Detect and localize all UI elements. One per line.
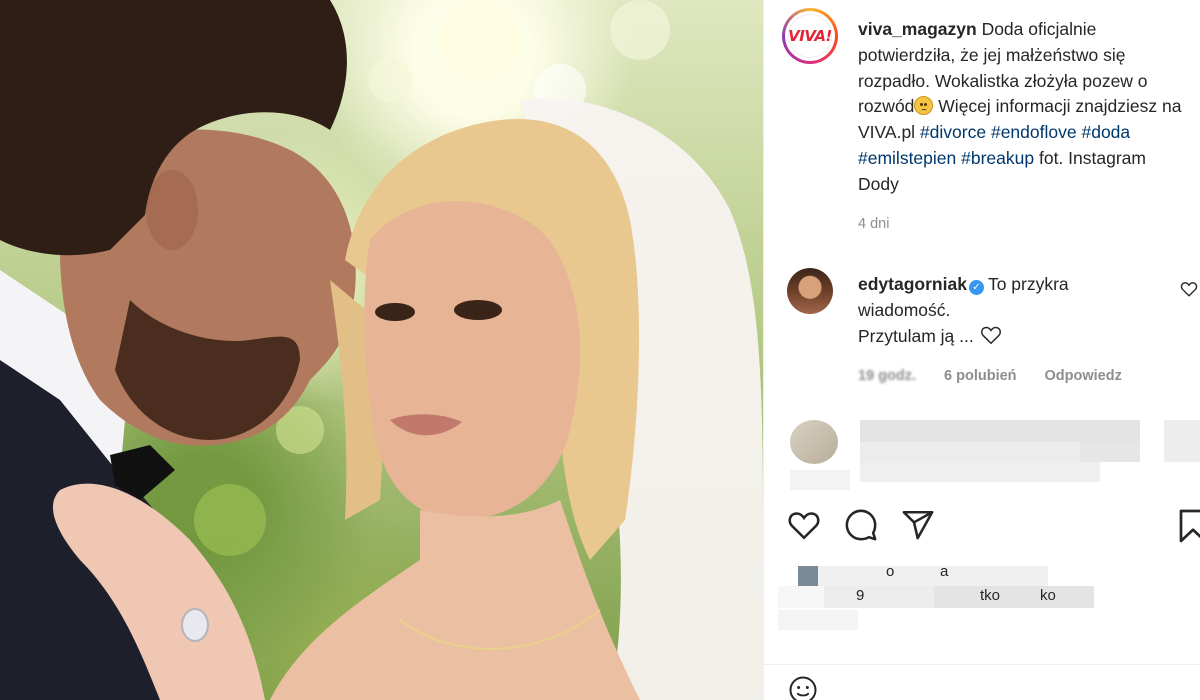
hashtag-link[interactable]: #divorce — [920, 122, 986, 142]
post-timestamp[interactable]: 4 dni — [858, 216, 889, 232]
comment-like-icon[interactable] — [1180, 280, 1198, 298]
post-side-panel: VIVA! viva_magazyn Doda oficjalnie potwi… — [764, 0, 1200, 700]
censored-avatar — [790, 420, 838, 464]
bookmark-icon[interactable] — [1178, 508, 1200, 544]
hashtag-link[interactable]: #emilstepien — [858, 148, 956, 168]
wedding-photo-illustration — [0, 0, 763, 700]
comment-time[interactable]: 19 godz. — [858, 368, 916, 384]
likes-fragment: ko — [1040, 587, 1056, 604]
hashtag-link[interactable]: #endoflove — [991, 122, 1077, 142]
comment: edytagorniak ✓ To przykra wiadomość. Przyt… — [858, 271, 1158, 349]
emoji-icon[interactable] — [788, 675, 818, 700]
hashtag-link[interactable]: #doda — [1081, 122, 1130, 142]
heart-icon[interactable] — [786, 508, 822, 542]
comment-text-2: Przytulam ją ... — [858, 326, 974, 346]
post-photo — [0, 0, 763, 700]
heart-outline-emoji-icon — [980, 326, 1001, 345]
comment-likes-count[interactable]: 6 polubień — [944, 368, 1017, 384]
reply-button[interactable]: Odpowiedz — [1045, 368, 1122, 384]
comment-meta: 19 godz. 6 polubień Odpowiedz — [858, 368, 1150, 384]
verified-icon: ✓ — [968, 280, 984, 295]
likes-fragment: a — [940, 563, 949, 580]
viva-logo: VIVA! — [788, 14, 832, 58]
sad-face-emoji-icon — [914, 96, 934, 116]
comment-icon[interactable] — [843, 508, 879, 542]
commenter-avatar[interactable] — [787, 268, 833, 314]
post-actions-bar — [786, 508, 1200, 544]
post-caption: viva_magazyn Doda oficjalnie potwierdził… — [858, 17, 1188, 198]
author-username[interactable]: viva_magazyn — [858, 19, 977, 39]
share-icon[interactable] — [900, 508, 936, 542]
commenter-username[interactable]: edytagorniak — [858, 274, 967, 294]
likes-fragment: o — [886, 563, 895, 580]
author-avatar[interactable]: VIVA! — [782, 8, 838, 64]
likes-fragment: tko — [980, 587, 1001, 604]
hashtag-link[interactable]: #breakup — [961, 148, 1034, 168]
likes-fragment: 9 — [856, 587, 865, 604]
comment-box-divider — [764, 664, 1200, 665]
